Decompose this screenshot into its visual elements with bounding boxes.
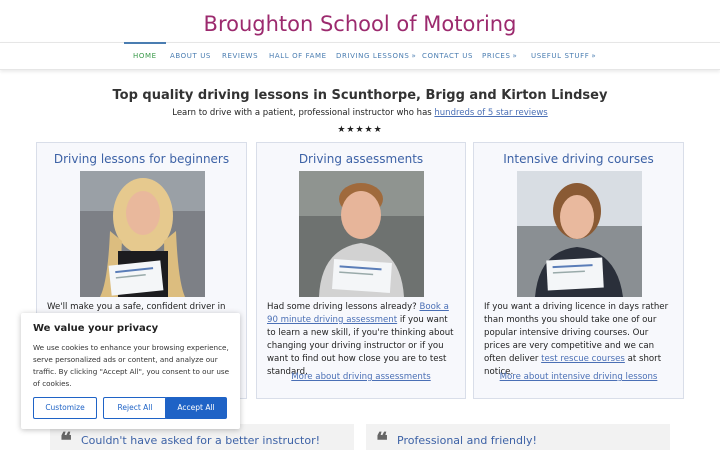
nav-item-home[interactable]: HOME bbox=[124, 42, 166, 70]
student-photo-image bbox=[80, 171, 205, 297]
photo-beginner-student[interactable] bbox=[80, 171, 205, 297]
card-title-beginners[interactable]: Driving lessons for beginners bbox=[37, 152, 246, 166]
more-assessments-link[interactable]: More about driving assessments bbox=[257, 372, 465, 382]
photo-assessment-student[interactable] bbox=[299, 171, 424, 297]
card-intensive: Intensive driving courses If you want a … bbox=[473, 142, 684, 399]
student-photo-image bbox=[299, 171, 424, 297]
nav-item-contact-us[interactable]: CONTACT US bbox=[422, 43, 473, 70]
nav-label-reviews: REVIEWS bbox=[222, 52, 259, 60]
nav-label-prices: PRICES bbox=[482, 52, 511, 60]
student-photo-image bbox=[517, 171, 642, 297]
photo-intensive-student[interactable] bbox=[517, 171, 642, 297]
site-title[interactable]: Broughton School of Motoring bbox=[0, 12, 720, 36]
cookie-title: We value your privacy bbox=[33, 323, 159, 334]
test-rescue-link[interactable]: test rescue courses bbox=[541, 354, 625, 364]
card-text-prefix: Had some driving lessons already? bbox=[267, 302, 420, 312]
tagline-text: Learn to drive with a patient, professio… bbox=[172, 108, 435, 118]
testimonial-text: Professional and friendly! bbox=[397, 434, 537, 447]
accept-all-button[interactable]: Accept All bbox=[165, 397, 227, 419]
nav-item-driving-lessons[interactable]: DRIVING LESSONS» bbox=[336, 43, 416, 70]
nav-label-about-us: ABOUT US bbox=[170, 52, 211, 60]
nav-item-hall-of-fame[interactable]: HALL OF FAME bbox=[269, 43, 327, 70]
testimonial-card: ❝ Professional and friendly! bbox=[366, 424, 670, 450]
nav-item-reviews[interactable]: REVIEWS bbox=[222, 43, 258, 70]
page-headline: Top quality driving lessons in Scunthorp… bbox=[112, 88, 608, 103]
card-text-assessments: Had some driving lessons already? Book a… bbox=[267, 301, 457, 379]
hero-tagline: Learn to drive with a patient, professio… bbox=[0, 108, 720, 118]
nav-label-home: HOME bbox=[133, 52, 157, 60]
main-nav: HOME ABOUT US REVIEWS HALL OF FAME DRIVI… bbox=[0, 42, 720, 70]
nav-label-contact-us: CONTACT US bbox=[422, 52, 473, 60]
customize-button[interactable]: Customize bbox=[33, 397, 97, 419]
chevron-down-icon: » bbox=[512, 52, 518, 60]
nav-item-about-us[interactable]: ABOUT US bbox=[170, 43, 211, 70]
cookie-consent-banner: We value your privacy We use cookies to … bbox=[21, 313, 240, 429]
nav-label-useful-stuff: USEFUL STUFF bbox=[531, 52, 590, 60]
nav-item-prices[interactable]: PRICES» bbox=[482, 43, 517, 70]
star-rating: ★★★★★ bbox=[337, 125, 383, 135]
reviews-link[interactable]: hundreds of 5 star reviews bbox=[434, 108, 547, 118]
more-intensive-link[interactable]: More about intensive driving lessons bbox=[474, 372, 683, 382]
chevron-down-icon: » bbox=[591, 52, 597, 60]
nav-label-hall-of-fame: HALL OF FAME bbox=[269, 52, 327, 60]
card-assessments: Driving assessments Had some driving les… bbox=[256, 142, 466, 399]
cookie-text: We use cookies to enhance your browsing … bbox=[33, 343, 230, 388]
reject-all-button[interactable]: Reject All bbox=[103, 397, 167, 419]
chevron-down-icon: » bbox=[411, 52, 417, 60]
card-title-assessments[interactable]: Driving assessments bbox=[257, 152, 465, 166]
nav-label-driving-lessons: DRIVING LESSONS bbox=[336, 52, 410, 60]
card-text-intensive: If you want a driving licence in days ra… bbox=[484, 301, 675, 379]
quote-icon: ❝ bbox=[60, 428, 72, 450]
card-title-intensive[interactable]: Intensive driving courses bbox=[474, 152, 683, 166]
quote-icon: ❝ bbox=[376, 428, 388, 450]
nav-item-useful-stuff[interactable]: USEFUL STUFF» bbox=[531, 43, 596, 70]
testimonial-text: Couldn't have asked for a better instruc… bbox=[81, 434, 321, 447]
